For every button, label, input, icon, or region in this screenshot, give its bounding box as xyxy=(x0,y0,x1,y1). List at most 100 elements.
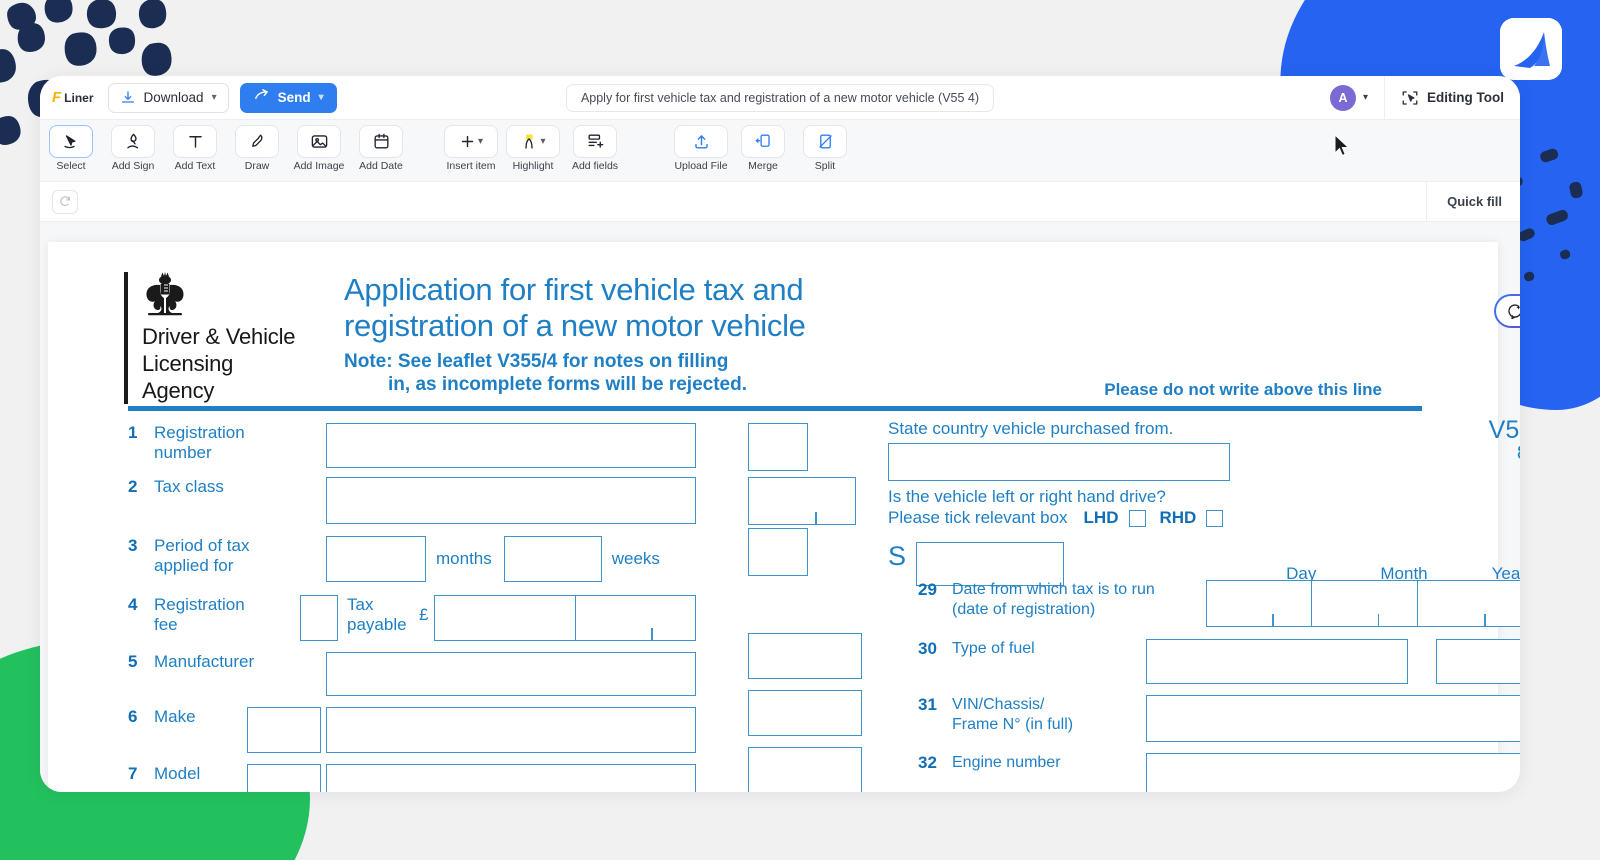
chevron-down-icon: ▾ xyxy=(477,136,484,147)
field-6-input-make-code[interactable] xyxy=(247,707,321,753)
field-row-4: 4 Registration fee Tax payable £ xyxy=(128,595,728,641)
purchase-country-input[interactable] xyxy=(888,443,1230,481)
field-4-number: 4 xyxy=(128,595,138,614)
field-30-input-fuel-code[interactable] xyxy=(1436,639,1520,684)
form-date: 8/21 xyxy=(1489,444,1520,464)
app-logo: F Liner xyxy=(52,90,94,105)
field-row-29: 29 Date from which tax is to run (date o… xyxy=(888,580,1520,627)
field-3-input-months[interactable] xyxy=(326,536,426,582)
field-29-label-line-2: (date of registration) xyxy=(952,601,1096,618)
dvla-line-2: Licensing xyxy=(142,351,234,376)
ai-assistant-button[interactable] xyxy=(1494,294,1520,328)
field-7-input-model-code[interactable] xyxy=(247,764,321,792)
download-button[interactable]: Download ▾ xyxy=(107,82,229,113)
plus-icon: ▾ xyxy=(444,125,498,158)
field-31-number: 31 xyxy=(918,695,937,714)
field-row-31: 31 VIN/Chassis/ Frame N° (in full) xyxy=(888,695,1520,742)
tool-merge[interactable]: Merge xyxy=(732,125,794,172)
form-code: V55/4 xyxy=(1488,416,1520,444)
field-29-number: 29 xyxy=(918,580,937,599)
field-6-input-make[interactable] xyxy=(326,707,696,753)
field-row-2: 2 Tax class xyxy=(128,477,728,524)
avatar: A xyxy=(1329,84,1356,111)
highlighter-icon: ▾ xyxy=(506,125,560,158)
field-row-30: 30 Type of fuel xyxy=(888,639,1520,684)
document-canvas[interactable]: Driver & Vehicle Licensing Agency Applic… xyxy=(40,222,1520,792)
mid-box-6[interactable] xyxy=(748,747,862,792)
tool-add-sign[interactable]: Add Sign xyxy=(102,125,164,172)
pen-draw-icon xyxy=(235,125,279,158)
editing-tool-label: Editing Tool xyxy=(1427,90,1504,105)
form-note-line-1: Note: See leaflet V355/4 for notes on fi… xyxy=(344,351,729,372)
field-4-label-line-2: fee xyxy=(154,615,178,634)
tool-merge-label: Merge xyxy=(748,160,778,172)
send-button[interactable]: Send ▾ xyxy=(239,82,337,113)
mid-box-2[interactable] xyxy=(748,477,856,525)
field-2-number: 2 xyxy=(128,477,138,496)
field-1-label: Registration number xyxy=(154,423,326,463)
mid-box-5[interactable] xyxy=(748,690,862,736)
tool-insert-item[interactable]: ▾ Insert item xyxy=(440,125,502,172)
redo-button[interactable] xyxy=(52,189,78,214)
field-1-input-registration-number[interactable] xyxy=(326,423,696,468)
account-menu[interactable]: A ▾ xyxy=(1329,84,1384,111)
form-middle-column xyxy=(728,411,888,792)
field-row-3: 3 Period of tax applied for months weeks xyxy=(128,536,728,582)
chevron-down-icon: ▾ xyxy=(540,136,546,147)
field-5-input-manufacturer[interactable] xyxy=(326,652,696,696)
lhd-checkbox[interactable] xyxy=(1128,509,1146,527)
field-4-currency-symbol: £ xyxy=(419,605,429,624)
field-6-number: 6 xyxy=(128,707,138,726)
app-window: F Liner Download ▾ Send ▾ Apply for firs… xyxy=(40,76,1520,792)
upload-icon xyxy=(674,125,728,158)
dvla-branding: Driver & Vehicle Licensing Agency xyxy=(124,272,336,404)
brand-f-icon: F xyxy=(52,89,62,106)
field-29-input-day[interactable] xyxy=(1206,580,1312,627)
tool-add-date[interactable]: Add Date xyxy=(350,125,412,172)
tool-draw[interactable]: Draw xyxy=(226,125,288,172)
field-2-input-tax-class[interactable] xyxy=(326,477,696,524)
mid-box-3[interactable] xyxy=(748,528,808,576)
document-title: Apply for first vehicle tax and registra… xyxy=(565,84,995,112)
field-32-input-engine-number[interactable] xyxy=(1146,753,1520,792)
tool-add-text[interactable]: Add Text xyxy=(164,125,226,172)
tool-highlight-label: Highlight xyxy=(512,160,554,172)
field-4-input-registration-fee[interactable] xyxy=(300,595,338,641)
field-4-label-line-1: Registration xyxy=(154,595,245,614)
mid-box-4[interactable] xyxy=(748,633,862,679)
tool-select[interactable]: Select xyxy=(40,125,102,172)
field-29-input-month[interactable] xyxy=(1312,580,1418,627)
quick-fill-button[interactable]: Quick fill xyxy=(1426,182,1520,221)
tool-highlight[interactable]: ▾ Highlight xyxy=(502,125,564,172)
field-row-1: 1 Registration number xyxy=(128,423,728,468)
field-7-input-model[interactable] xyxy=(326,764,696,792)
field-29-input-year[interactable] xyxy=(1418,580,1520,627)
field-1-label-line-1: Registration xyxy=(154,423,245,442)
tool-add-fields[interactable]: Add fields xyxy=(564,125,626,172)
field-31-label-line-2: Frame N° (in full) xyxy=(952,716,1074,733)
chevron-down-icon: ▾ xyxy=(1362,92,1369,103)
field-3-input-weeks[interactable] xyxy=(503,536,602,582)
tool-add-image[interactable]: Add Image xyxy=(288,125,350,172)
mid-box-1[interactable] xyxy=(748,423,808,471)
field-4-input-tax-payable-pence[interactable] xyxy=(576,595,697,641)
rhd-checkbox[interactable] xyxy=(1206,509,1224,527)
field-31-input-vin[interactable] xyxy=(1146,695,1520,742)
field-5-number: 5 xyxy=(128,652,138,671)
editing-tool-button[interactable]: Editing Tool xyxy=(1384,76,1520,119)
tool-split[interactable]: Split xyxy=(794,125,856,172)
brand-name: Liner xyxy=(64,90,94,105)
field-29-label-line-1: Date from which tax is to run xyxy=(952,581,1155,598)
tool-upload-file[interactable]: Upload File xyxy=(670,125,732,172)
tool-add-image-label: Add Image xyxy=(293,160,345,172)
tool-split-label: Split xyxy=(814,160,836,172)
cursor-select-icon xyxy=(49,125,93,158)
form-body: 1 Registration number 2 Tax class 3 Peri… xyxy=(72,411,1520,792)
tool-add-fields-label: Add fields xyxy=(571,160,619,172)
field-30-input-type-of-fuel[interactable] xyxy=(1146,639,1408,684)
field-4-input-tax-payable-pounds[interactable] xyxy=(434,595,577,641)
download-label: Download xyxy=(143,90,204,105)
field-3-unit-months: months xyxy=(436,549,492,568)
field-30-number: 30 xyxy=(918,639,937,658)
mouse-cursor xyxy=(1334,134,1350,157)
